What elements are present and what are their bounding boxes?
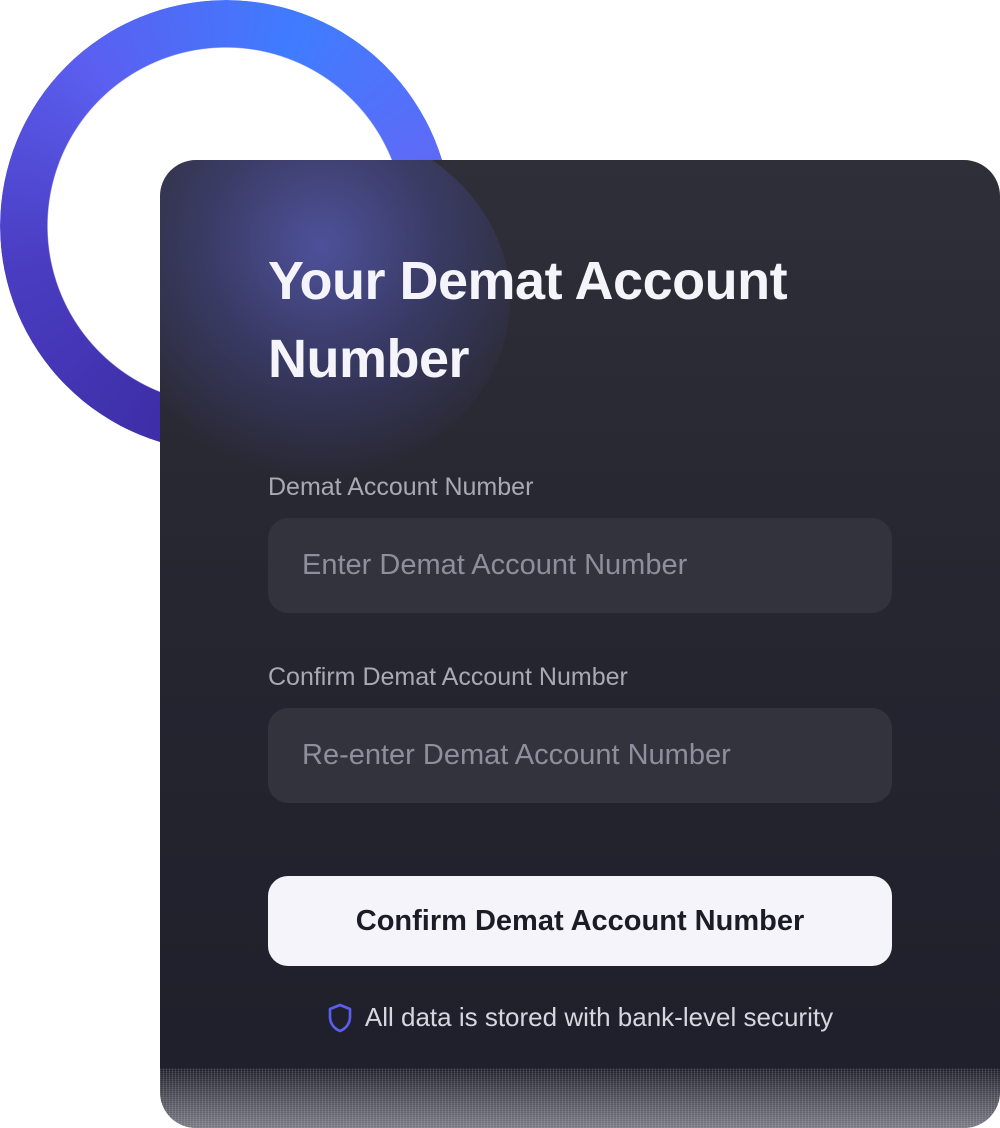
demat-number-input[interactable] (300, 548, 860, 583)
demat-account-card: Your Demat Account Number Demat Account … (160, 160, 1000, 1128)
page-title: Your Demat Account Number (268, 251, 788, 389)
shield-icon (327, 1003, 353, 1033)
demat-number-label: Demat Account Number (268, 473, 534, 501)
confirm-demat-number-button[interactable]: Confirm Demat Account Number (268, 876, 892, 966)
confirm-demat-number-label: Confirm Demat Account Number (268, 663, 628, 691)
grain-texture (160, 1068, 1000, 1128)
security-note: All data is stored with bank-level secur… (268, 1002, 892, 1033)
page: Your Demat Account Number Demat Account … (0, 0, 1000, 1128)
confirm-demat-number-input[interactable] (300, 738, 860, 773)
demat-number-field-wrapper (268, 518, 892, 613)
confirm-demat-number-field-wrapper (268, 708, 892, 803)
security-note-text: All data is stored with bank-level secur… (364, 1002, 834, 1032)
